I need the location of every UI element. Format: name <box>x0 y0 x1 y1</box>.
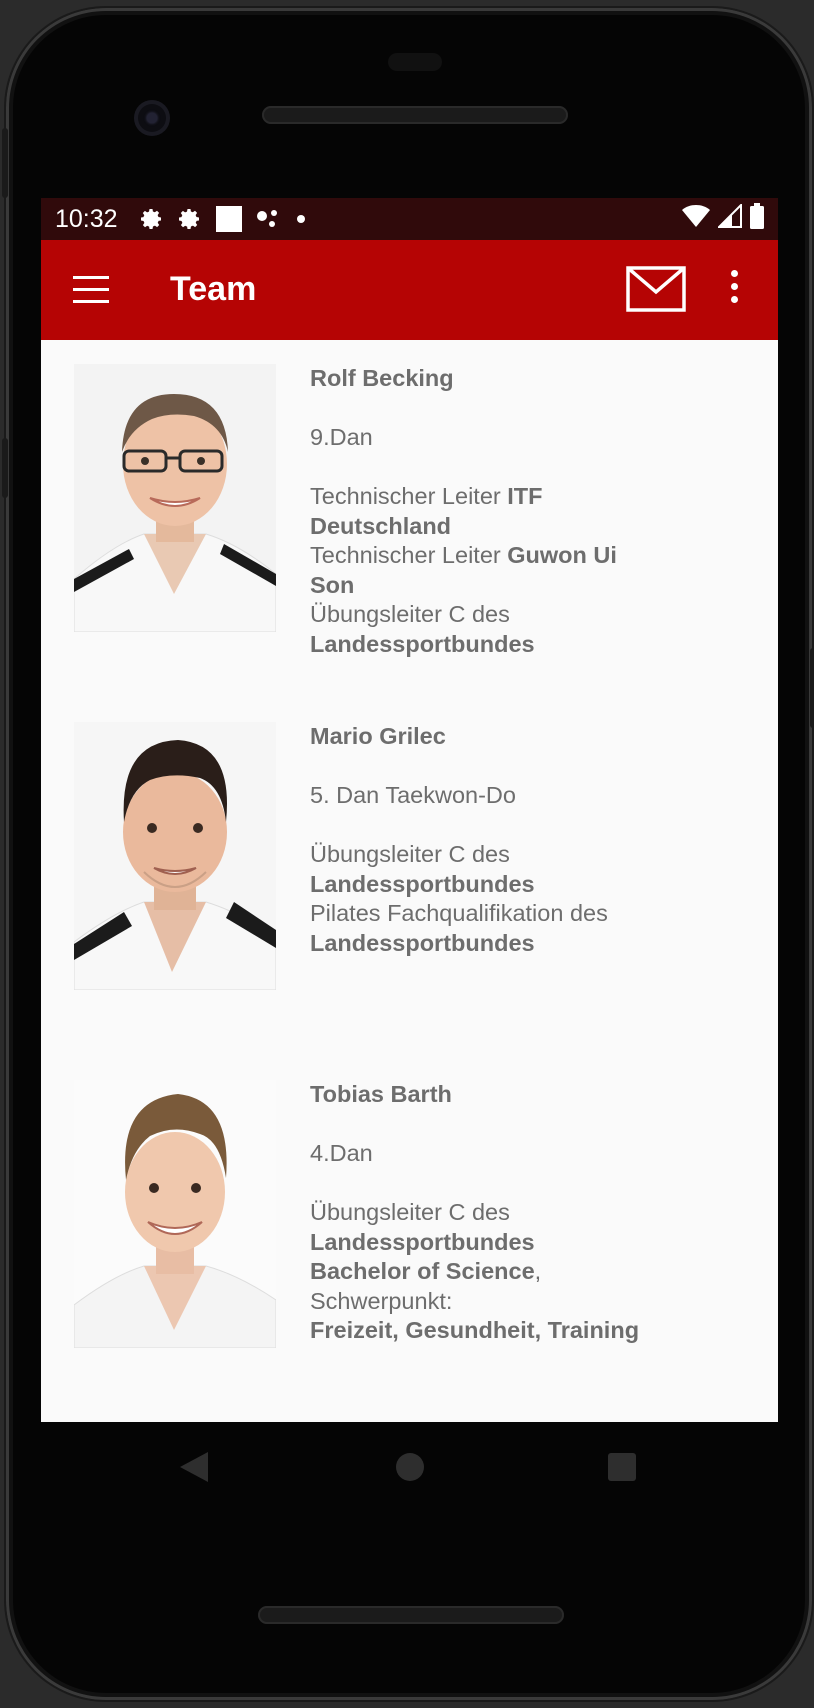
member-info: Rolf Becking 9.Dan Technischer Leiter IT… <box>310 364 650 659</box>
member-detail: Technischer Leiter Guwon Ui Son <box>310 542 617 598</box>
member-name: Mario Grilec <box>310 723 446 749</box>
app-bar: Team <box>41 240 778 340</box>
member-detail: Schwerpunkt: <box>310 1287 453 1314</box>
member-name: Tobias Barth <box>310 1081 452 1107</box>
dots-icon <box>256 208 282 230</box>
member-detail: Bachelor of Science, <box>310 1258 542 1284</box>
recents-square-icon[interactable] <box>608 1453 636 1481</box>
member-photo <box>73 1080 277 1349</box>
home-circle-icon[interactable] <box>396 1453 424 1481</box>
member-rank: 9.Dan <box>310 424 373 450</box>
member-rank: 5. Dan Taekwon-Do <box>310 782 516 808</box>
member-photo <box>73 722 277 991</box>
member-photo <box>73 364 277 633</box>
more-vert-icon[interactable] <box>725 270 743 310</box>
member-detail: Übungsleiter C des Landessportbundes <box>310 601 535 657</box>
screen: 10:32 Team Rolf Becking 9.Dan Technische… <box>41 198 778 1422</box>
side-button <box>810 648 814 728</box>
status-time: 10:32 <box>55 204 118 233</box>
member-info: Mario Grilec 5. Dan Taekwon-Do Übungslei… <box>310 722 650 958</box>
member-name: Rolf Becking <box>310 365 454 391</box>
side-button <box>2 438 8 498</box>
earpiece <box>388 53 442 71</box>
front-camera-icon <box>134 100 170 136</box>
wifi-icon <box>682 204 710 235</box>
page-title: Team <box>170 270 257 308</box>
member-info: Tobias Barth 4.Dan Übungsleiter C des La… <box>310 1080 650 1346</box>
gear-icon <box>178 207 202 231</box>
member-detail: Übungsleiter C des Landessportbundes <box>310 1199 535 1255</box>
dot-icon <box>296 214 306 224</box>
bottom-speaker-grille <box>258 1606 564 1624</box>
square-notification-icon <box>215 206 242 232</box>
side-button <box>2 128 8 198</box>
member-detail: Freizeit, Gesundheit, Training <box>310 1317 640 1343</box>
member-detail: Übungsleiter C des Landessportbundes <box>310 841 535 897</box>
status-bar: 10:32 <box>41 198 778 240</box>
speaker-grille <box>262 106 568 124</box>
hamburger-menu-icon[interactable] <box>73 276 109 304</box>
member-detail: Technischer Leiter ITF Deutschland <box>310 483 543 539</box>
gear-icon <box>140 207 164 231</box>
signal-icon <box>716 202 742 235</box>
mail-icon[interactable] <box>626 266 686 312</box>
member-detail: Pilates Fachqualifikation des Landesspor… <box>310 900 608 956</box>
status-right-icons <box>682 202 764 236</box>
member-rank: 4.Dan <box>310 1140 373 1166</box>
battery-icon <box>750 202 764 236</box>
back-triangle-icon[interactable] <box>180 1452 208 1482</box>
